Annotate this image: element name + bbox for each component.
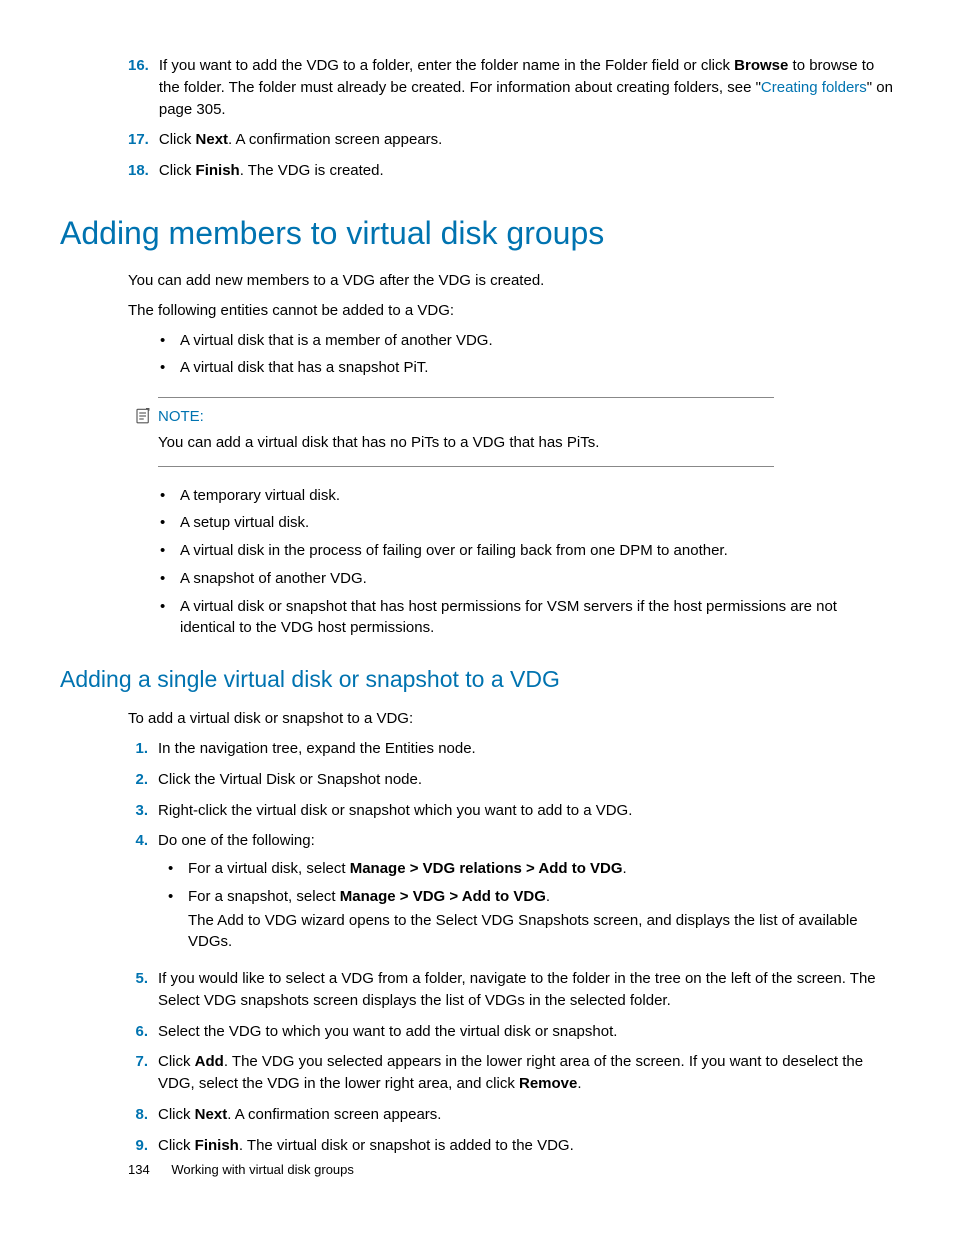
text: In the navigation tree, expand the Entit… <box>158 740 476 757</box>
step-number: 18. <box>128 160 159 182</box>
step-text: Do one of the following: For a virtual di… <box>158 830 894 959</box>
text: . <box>623 860 627 877</box>
step-text: Select the VDG to which you want to add … <box>158 1021 894 1043</box>
note-body: You can add a virtual disk that has no P… <box>158 432 774 454</box>
numbered-step: 7.Click Add. The VDG you selected appear… <box>128 1051 894 1095</box>
text: . The VDG you selected appears in the lo… <box>158 1053 863 1092</box>
text: . The VDG is created. <box>240 162 384 179</box>
page-footer: 134 Working with virtual disk groups <box>128 1161 354 1180</box>
step-text: Right-click the virtual disk or snapshot… <box>158 800 894 822</box>
text: Click <box>159 131 196 148</box>
bullet-item: A snapshot of another VDG. <box>158 568 894 590</box>
bold-text: Browse <box>734 57 788 74</box>
bullets-2: A temporary virtual disk. A setup virtual… <box>158 485 894 640</box>
step-text: Click the Virtual Disk or Snapshot node. <box>158 769 894 791</box>
text: . A confirmation screen appears. <box>227 1106 441 1123</box>
step-text: Click Finish. The VDG is created. <box>159 160 894 182</box>
text: . <box>577 1075 581 1092</box>
note-block: NOTE: You can add a virtual disk that ha… <box>158 397 774 467</box>
numbered-step: 9.Click Finish. The virtual disk or snap… <box>128 1135 894 1157</box>
step-text: Click Finish. The virtual disk or snapsh… <box>158 1135 894 1157</box>
footer-title: Working with virtual disk groups <box>171 1162 354 1177</box>
bullet-item: A setup virtual disk. <box>158 512 894 534</box>
text: Select the VDG to which you want to add … <box>158 1023 617 1040</box>
step-text: Click Add. The VDG you selected appears … <box>158 1051 894 1095</box>
section-heading: Adding members to virtual disk groups <box>60 210 894 256</box>
text: Click <box>158 1106 195 1123</box>
sub-bullets: For a virtual disk, select Manage > VDG … <box>166 858 894 953</box>
top-steps-list: 16.If you want to add the VDG to a folde… <box>128 55 894 182</box>
text: Click <box>159 162 196 179</box>
text: Right-click the virtual disk or snapshot… <box>158 802 632 819</box>
numbered-step: 18.Click Finish. The VDG is created. <box>128 160 894 182</box>
bullet-item: A virtual disk that is a member of anoth… <box>158 330 894 352</box>
text: Click the Virtual Disk or Snapshot node. <box>158 771 422 788</box>
text: For a virtual disk, select <box>188 860 350 877</box>
step-number: 8. <box>128 1104 158 1126</box>
step-text: If you would like to select a VDG from a… <box>158 968 894 1012</box>
bold-text: Manage > VDG > Add to VDG <box>340 888 546 905</box>
page-number: 134 <box>128 1162 150 1177</box>
step-number: 6. <box>128 1021 158 1043</box>
text: Do one of the following: <box>158 832 315 849</box>
step-number: 7. <box>128 1051 158 1095</box>
text: For a snapshot, select <box>188 888 340 905</box>
bullet-item: A virtual disk that has a snapshot PiT. <box>158 357 894 379</box>
numbered-step: 8.Click Next. A confirmation screen appe… <box>128 1104 894 1126</box>
text: If you want to add the VDG to a folder, … <box>159 57 734 74</box>
text: Click <box>158 1053 195 1070</box>
paragraph: To add a virtual disk or snapshot to a V… <box>128 708 894 730</box>
step-number: 17. <box>128 129 159 151</box>
sub-after-text: The Add to VDG wizard opens to the Selec… <box>188 910 894 954</box>
steps-2-list: 1.In the navigation tree, expand the Ent… <box>128 738 894 1156</box>
step-number: 4. <box>128 830 158 959</box>
bullet-item: A virtual disk or snapshot that has host… <box>158 596 894 640</box>
paragraph: The following entities cannot be added t… <box>128 300 894 322</box>
bullet-item: A temporary virtual disk. <box>158 485 894 507</box>
numbered-step: 4.Do one of the following: For a virtual … <box>128 830 894 959</box>
bold-text: Next <box>196 131 229 148</box>
step-text: Click Next. A confirmation screen appear… <box>159 129 894 151</box>
text: . A confirmation screen appears. <box>228 131 442 148</box>
note-label: NOTE: <box>158 406 204 428</box>
numbered-step: 2.Click the Virtual Disk or Snapshot nod… <box>128 769 894 791</box>
note-icon <box>134 407 152 425</box>
bullets-1: A virtual disk that is a member of anoth… <box>158 330 894 380</box>
step-text: In the navigation tree, expand the Entit… <box>158 738 894 760</box>
text: . <box>546 888 550 905</box>
paragraph: You can add new members to a VDG after t… <box>128 270 894 292</box>
bold-text: Finish <box>196 162 240 179</box>
numbered-step: 17.Click Next. A confirmation screen app… <box>128 129 894 151</box>
text: If you would like to select a VDG from a… <box>158 970 876 1009</box>
bold-text: Remove <box>519 1075 577 1092</box>
bold-text: Manage > VDG relations > Add to VDG <box>350 860 623 877</box>
numbered-step: 3.Right-click the virtual disk or snapsh… <box>128 800 894 822</box>
numbered-step: 16.If you want to add the VDG to a folde… <box>128 55 894 120</box>
subsection-heading: Adding a single virtual disk or snapshot… <box>60 663 894 696</box>
bullet-item: A virtual disk in the process of failing… <box>158 540 894 562</box>
link-text[interactable]: Creating folders <box>761 79 867 96</box>
step-number: 2. <box>128 769 158 791</box>
step-number: 1. <box>128 738 158 760</box>
step-number: 3. <box>128 800 158 822</box>
bold-text: Add <box>195 1053 224 1070</box>
step-number: 9. <box>128 1135 158 1157</box>
step-number: 16. <box>128 55 159 120</box>
step-text: If you want to add the VDG to a folder, … <box>159 55 894 120</box>
step-text: Click Next. A confirmation screen appear… <box>158 1104 894 1126</box>
bold-text: Finish <box>195 1137 239 1154</box>
sub-bullet-item: For a virtual disk, select Manage > VDG … <box>166 858 894 880</box>
numbered-step: 6.Select the VDG to which you want to ad… <box>128 1021 894 1043</box>
numbered-step: 5.If you would like to select a VDG from… <box>128 968 894 1012</box>
sub-bullet-item: For a snapshot, select Manage > VDG > Ad… <box>166 886 894 953</box>
text: . The virtual disk or snapshot is added … <box>239 1137 574 1154</box>
step-number: 5. <box>128 968 158 1012</box>
text: Click <box>158 1137 195 1154</box>
numbered-step: 1.In the navigation tree, expand the Ent… <box>128 738 894 760</box>
bold-text: Next <box>195 1106 228 1123</box>
